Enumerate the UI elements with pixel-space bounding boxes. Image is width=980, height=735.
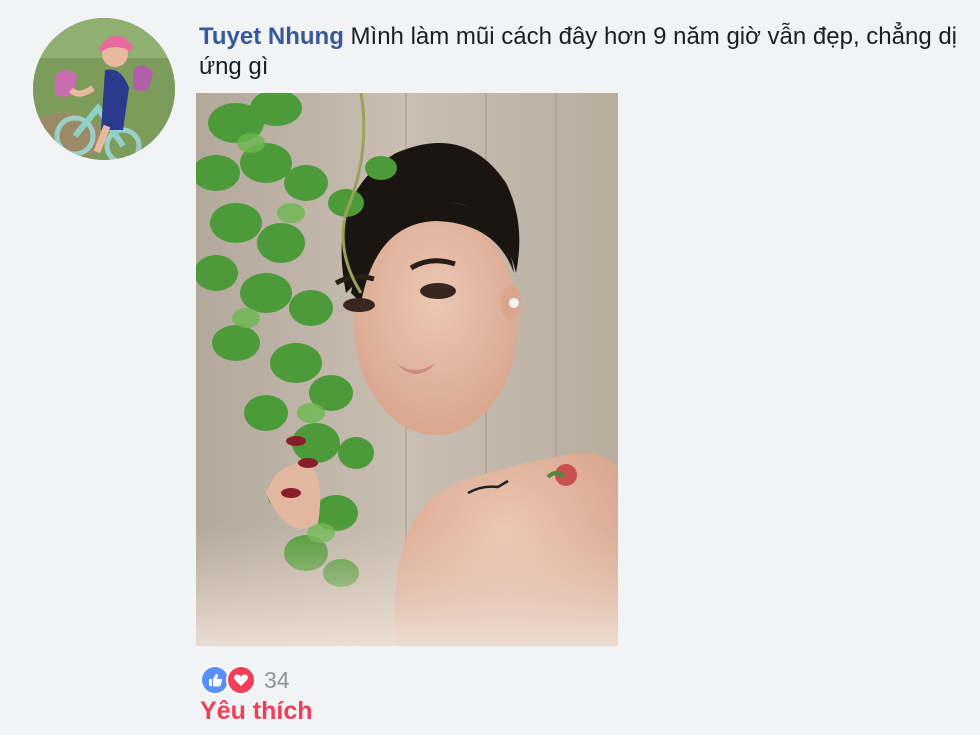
like-button[interactable]: Yêu thích [200, 697, 313, 726]
comment-author-name[interactable]: Tuyet Nhung [199, 23, 344, 50]
avatar-photo [33, 18, 175, 160]
reaction-summary[interactable]: 34 [200, 665, 290, 695]
love-icon [226, 665, 256, 695]
comment-photo[interactable] [196, 93, 618, 646]
comment-body: Tuyet Nhung Mình làm mũi cách đây hơn 9 … [199, 22, 959, 82]
author-avatar[interactable] [33, 18, 175, 160]
reaction-count: 34 [264, 666, 290, 693]
photo-image [196, 93, 618, 646]
